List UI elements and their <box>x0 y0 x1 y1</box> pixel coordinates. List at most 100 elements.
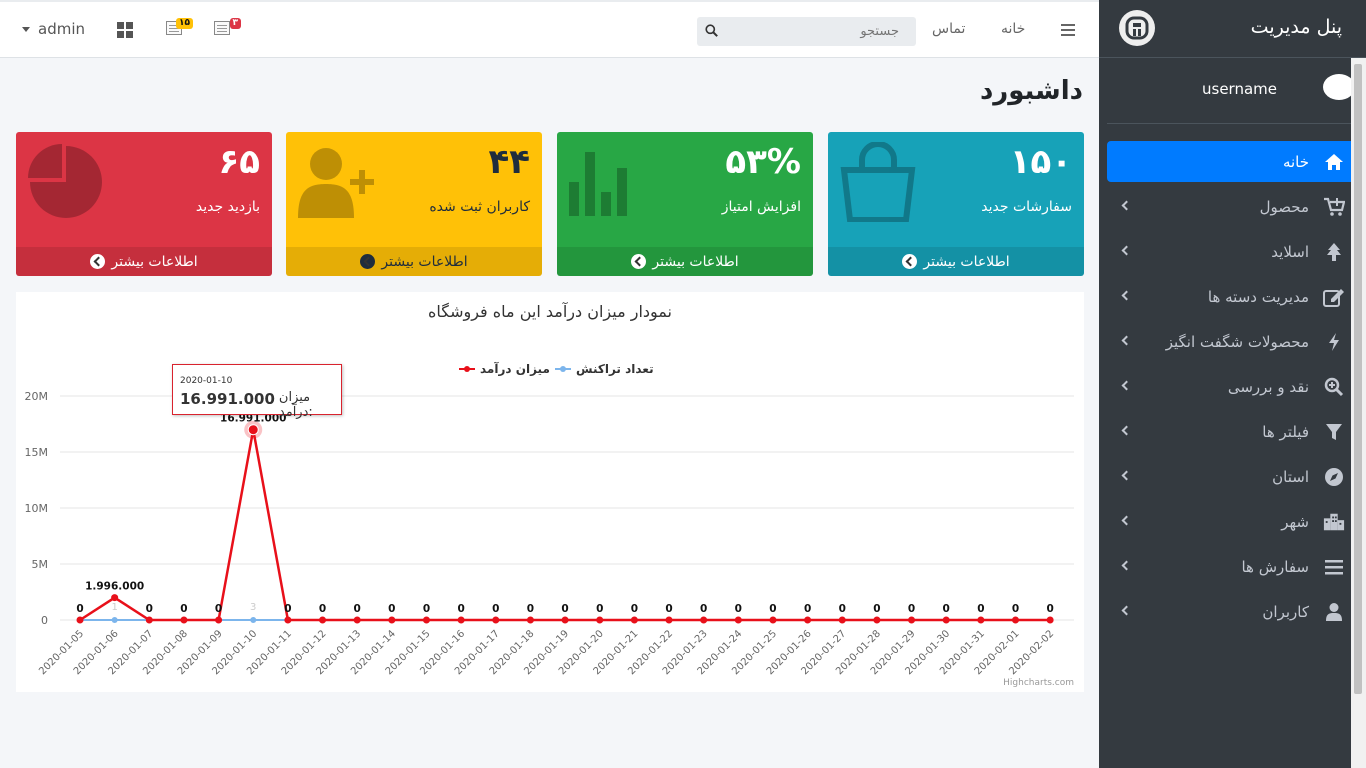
arrow-circle-left-icon <box>360 254 376 269</box>
sidebar-item-orders[interactable]: سفارش ها <box>1107 546 1357 591</box>
y-tick-label: 10M <box>25 502 49 515</box>
revenue-data-label: 0 <box>76 603 83 615</box>
sidebar-item-reviews[interactable]: نقد و بررسی <box>1107 366 1357 411</box>
messages-icon[interactable]: ۱۵ <box>166 18 193 35</box>
arrow-circle-left-icon <box>902 254 918 269</box>
revenue-point <box>76 616 84 624</box>
chart-credits[interactable]: Highcharts.com <box>1003 678 1074 688</box>
sidebar-item-users[interactable]: کاربران <box>1107 591 1357 636</box>
revenue-point <box>319 616 327 624</box>
more-info-label: اطلاعات بیشتر <box>111 253 198 270</box>
revenue-point <box>422 616 430 624</box>
brand[interactable]: پنل مدیریت <box>1099 0 1366 58</box>
bolt-icon <box>1323 331 1345 353</box>
sidebar-username: username <box>1202 80 1277 98</box>
revenue-chart: 05M10M15M20M2020-01-052020-01-062020-01-… <box>25 390 1074 677</box>
revenue-point <box>215 616 223 624</box>
user-panel[interactable]: username <box>1107 58 1357 124</box>
revenue-data-label: 0 <box>492 603 499 615</box>
revenue-point <box>457 616 465 624</box>
revenue-data-label: 0 <box>735 603 742 615</box>
sidebar-item-label: محصول <box>1259 198 1309 216</box>
tree-icon <box>1323 241 1345 263</box>
more-info-link[interactable]: اطلاعات بیشتر <box>557 247 813 276</box>
revenue-point <box>561 616 569 624</box>
revenue-point <box>734 616 742 624</box>
revenue-data-label: 0 <box>977 603 984 615</box>
user-icon <box>1323 601 1345 623</box>
revenue-point <box>111 594 119 602</box>
series-line-revenue <box>79 429 1051 622</box>
revenue-data-label: 0 <box>700 603 707 615</box>
chevron-left-icon <box>1121 515 1132 526</box>
transactions-data-label: 1 <box>111 602 117 613</box>
search-plus-icon <box>1323 376 1345 398</box>
city-icon <box>1323 511 1345 533</box>
stat-value: ۵۳% <box>725 142 801 182</box>
nav-link-home[interactable]: خانه <box>1001 21 1025 37</box>
sidebar-item-city[interactable]: شهر <box>1107 501 1357 546</box>
transactions-point <box>111 617 118 623</box>
search-input[interactable] <box>727 17 907 46</box>
more-info-link[interactable]: اطلاعات بیشتر <box>16 247 272 276</box>
revenue-point <box>1011 616 1019 624</box>
revenue-point <box>873 616 881 624</box>
revenue-point <box>1046 616 1054 624</box>
revenue-data-label: 0 <box>596 603 603 615</box>
hamburger-menu-icon[interactable] <box>1061 24 1075 36</box>
transactions-point <box>250 617 257 623</box>
revenue-point <box>665 616 673 624</box>
sidebar-item-slider[interactable]: اسلاید <box>1107 231 1357 276</box>
user-dropdown-label: admin <box>38 20 85 38</box>
sidebar-menu: خانه محصول اسلاید مدیریت دسته ها محصولات… <box>1107 141 1357 636</box>
more-info-link[interactable]: اطلاعات بیشتر <box>828 247 1084 276</box>
grid-icon[interactable] <box>117 22 133 38</box>
sidebar-item-label: استان <box>1272 468 1309 486</box>
messages-badge: ۱۵ <box>176 18 193 29</box>
revenue-data-label: 0 <box>284 603 291 615</box>
more-info-link[interactable]: اطلاعات بیشتر <box>286 247 542 276</box>
sidebar-item-province[interactable]: استان <box>1107 456 1357 501</box>
sidebar-item-home[interactable]: خانه <box>1107 141 1357 182</box>
revenue-data-label: 0 <box>561 603 568 615</box>
revenue-data-label: 0 <box>423 603 430 615</box>
revenue-point <box>353 616 361 624</box>
revenue-data-label: 0 <box>873 603 880 615</box>
revenue-point <box>247 424 259 436</box>
filter-icon <box>1323 421 1345 443</box>
stat-box-visits: ۶۵ بازدید جدید اطلاعات بیشتر <box>16 132 272 276</box>
stat-value: ۴۴ <box>488 142 530 182</box>
sidebar-item-label: فیلتر ها <box>1262 423 1309 441</box>
sidebar-item-categories[interactable]: مدیریت دسته ها <box>1107 276 1357 321</box>
notifications-icon[interactable]: ۳ <box>214 18 241 35</box>
compass-icon <box>1323 466 1345 488</box>
sidebar-item-filters[interactable]: فیلتر ها <box>1107 411 1357 456</box>
search-icon[interactable] <box>705 24 718 37</box>
brand-logo-icon <box>1119 10 1155 46</box>
sidebar-item-amazing-products[interactable]: محصولات شگفت انگیز <box>1107 321 1357 366</box>
chevron-left-icon <box>1121 380 1132 391</box>
revenue-data-label: 0 <box>631 603 638 615</box>
y-tick-label: 15M <box>25 446 49 459</box>
stat-box-registered-users: ۴۴ کاربران ثبت شده اطلاعات بیشتر <box>286 132 542 276</box>
stat-label: سفارشات جدید <box>981 199 1072 215</box>
stat-value: ۶۵ <box>218 142 260 182</box>
revenue-data-label: 0 <box>180 603 187 615</box>
user-dropdown[interactable]: admin <box>22 20 85 38</box>
revenue-point <box>526 616 534 624</box>
more-info-label: اطلاعات بیشتر <box>923 253 1010 270</box>
revenue-data-label: 0 <box>527 603 534 615</box>
sidebar-scrollbar[interactable] <box>1351 58 1366 768</box>
chevron-left-icon <box>1121 200 1132 211</box>
scrollbar-thumb[interactable] <box>1354 64 1362 694</box>
revenue-data-label: 0 <box>943 603 950 615</box>
revenue-point <box>596 616 604 624</box>
sidebar-item-label: مدیریت دسته ها <box>1207 288 1309 306</box>
stat-label: بازدید جدید <box>195 199 260 215</box>
revenue-data-label: 1.996.000 <box>85 581 144 593</box>
edit-icon <box>1323 286 1345 308</box>
sidebar-item-label: محصولات شگفت انگیز <box>1165 333 1309 351</box>
sidebar-item-product[interactable]: محصول <box>1107 186 1357 231</box>
nav-link-contact[interactable]: تماس <box>932 21 965 37</box>
chart-tooltip: 2020-01-10 16.991.000 میزان درآمد: <box>172 364 342 420</box>
